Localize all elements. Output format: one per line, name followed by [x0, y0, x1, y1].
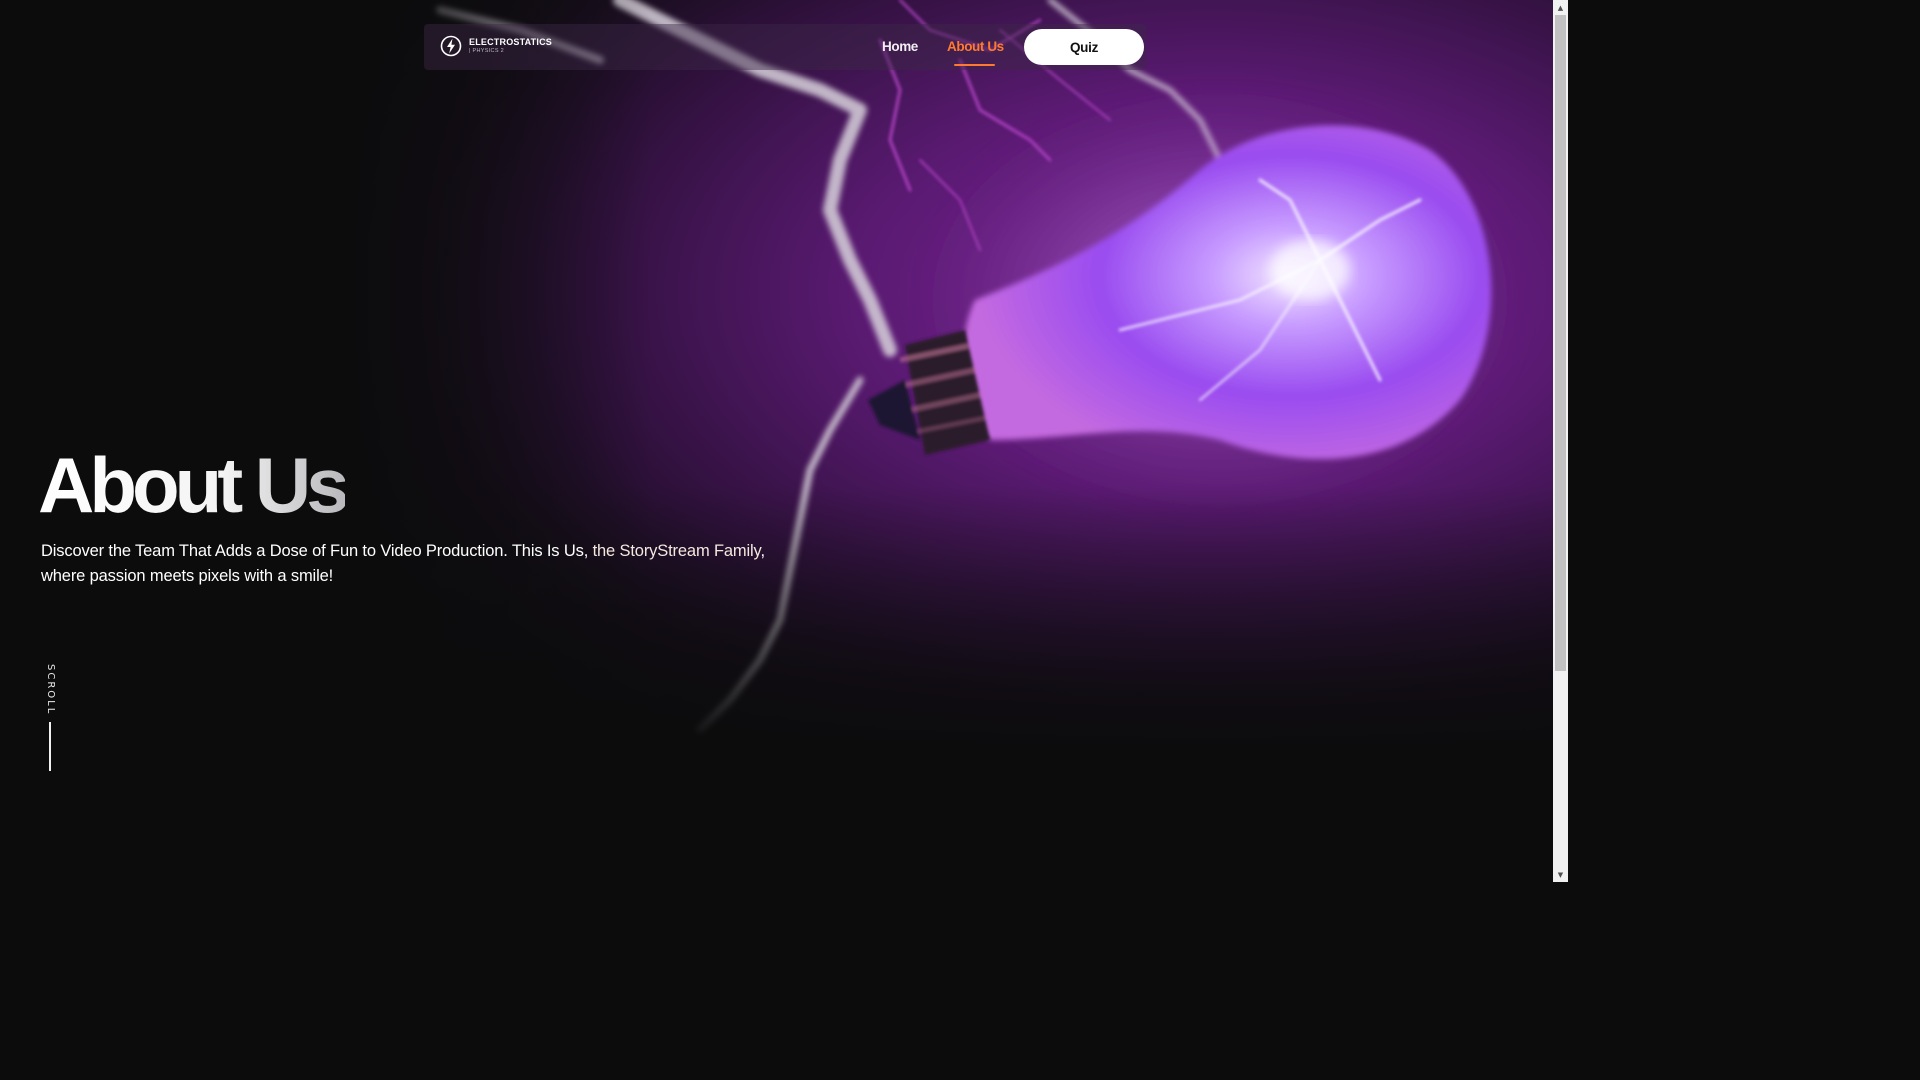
scroll-down-arrow-icon[interactable]: ▼ [1553, 867, 1568, 882]
scrollbar-thumb[interactable] [1555, 15, 1566, 671]
top-navigation-bar: ELECTROSTATICS | PHYSICS 2 Home About Us… [424, 24, 1146, 70]
page-viewport: ELECTROSTATICS | PHYSICS 2 Home About Us… [0, 0, 1553, 882]
lightning-bolt-icon [440, 35, 462, 57]
active-nav-underline [954, 64, 995, 66]
hero-description-text: Discover the Team That Adds a Dose of Fu… [41, 542, 593, 560]
quiz-button[interactable]: Quiz [1024, 29, 1144, 65]
page-title: About Us [38, 441, 350, 529]
scroll-label[interactable]: SCROLL [42, 664, 56, 715]
nav-link-home[interactable]: Home [882, 39, 918, 54]
hero-description: Discover the Team That Adds a Dose of Fu… [41, 539, 801, 588]
scroll-indicator-line [49, 722, 51, 771]
scroll-up-arrow-icon[interactable]: ▲ [1553, 0, 1568, 15]
nav-link-about-us[interactable]: About Us [947, 39, 1004, 54]
page-scrollbar[interactable]: ▲ ▼ [1553, 0, 1568, 882]
brand-logo[interactable]: ELECTROSTATICS | PHYSICS 2 [440, 35, 552, 57]
brand-subtitle: | PHYSICS 2 [469, 47, 504, 54]
hero-description-highlight: the StoryStream Family [592, 542, 761, 560]
brand-title: ELECTROSTATICS [469, 36, 552, 47]
